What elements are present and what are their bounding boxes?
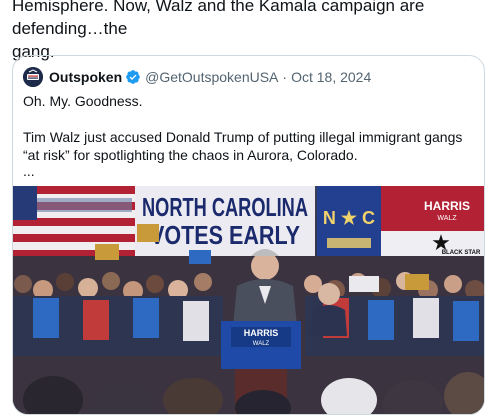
post-text: Hemisphere. Now, Walz and the Kamala cam… (12, 0, 482, 63)
right-sign-text: HARRIS (424, 199, 470, 213)
post-text-line-1: Hemisphere. Now, Walz and the Kamala cam… (12, 0, 425, 38)
quoted-post-text: Oh. My. Goodness. Tim Walz just accused … (23, 92, 473, 180)
author-name[interactable]: Outspoken (49, 69, 122, 85)
nc-flag-text: N ★ C (323, 208, 375, 228)
nc-flag: N ★ C (317, 186, 381, 266)
black-star-text: BLACK STAR (442, 250, 481, 256)
separator-dot: · (282, 69, 288, 85)
banner-line-1: NORTH CAROLINA (142, 192, 308, 222)
podium-line-2: WALZ (253, 341, 270, 347)
author-handle[interactable]: @GetOutspokenUSA (145, 69, 278, 85)
post-date[interactable]: Oct 18, 2024 (291, 69, 371, 85)
verified-badge-icon (125, 69, 141, 85)
post-media-image[interactable]: NORTH CAROLINA VOTES EARLY N ★ C HARRIS … (13, 186, 484, 414)
quote-line-3: ... (23, 163, 35, 179)
quoted-post-header: Outspoken @GetOutspokenUSA · Oct 18, 202… (23, 67, 371, 87)
quote-line-1: Oh. My. Goodness. (23, 93, 143, 109)
quoted-post-card[interactable]: Outspoken @GetOutspokenUSA · Oct 18, 202… (12, 55, 485, 415)
right-sign-sub: WALZ (437, 215, 457, 222)
banner-line-2: VOTES EARLY (150, 220, 300, 250)
rally-photo: NORTH CAROLINA VOTES EARLY N ★ C HARRIS … (13, 186, 484, 414)
quote-line-2: Tim Walz just accused Donald Trump of pu… (23, 129, 463, 163)
podium-line-1: HARRIS (244, 328, 279, 338)
outspoken-logo-icon[interactable] (23, 67, 43, 87)
